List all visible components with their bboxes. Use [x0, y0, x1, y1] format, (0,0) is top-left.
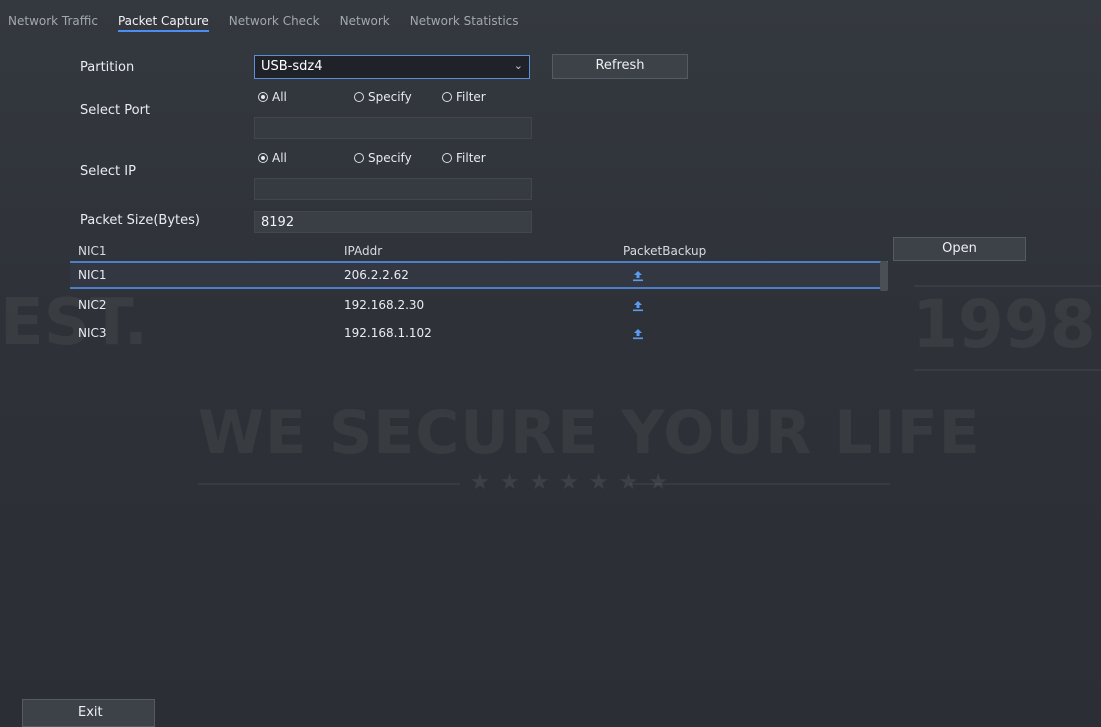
- watermark-line: [914, 285, 1101, 287]
- table-row[interactable]: NIC1 206.2.2.62: [70, 261, 888, 289]
- radio-icon: [354, 153, 364, 163]
- tab-network-check[interactable]: Network Check: [229, 14, 320, 28]
- ip-address: 206.2.2.62: [344, 268, 409, 282]
- ip-radio-specify[interactable]: Specify: [354, 151, 442, 165]
- table-scrollbar[interactable]: [880, 261, 888, 291]
- select-ip-label: Select IP: [80, 164, 136, 179]
- chevron-down-icon: ⌄: [513, 59, 523, 72]
- table-row[interactable]: NIC2 192.168.2.30: [70, 293, 888, 321]
- radio-icon: [442, 153, 452, 163]
- ip-input[interactable]: [254, 178, 532, 200]
- watermark-line: [198, 483, 460, 485]
- watermark-slogan: WE SECURE YOUR LIFE: [198, 398, 981, 468]
- upload-icon[interactable]: [631, 298, 645, 313]
- watermark-year: 1998: [912, 286, 1096, 363]
- packet-size-label: Packet Size(Bytes): [80, 213, 200, 228]
- watermark-line: [630, 483, 890, 485]
- nic-name: NIC2: [78, 298, 107, 312]
- port-radio-specify[interactable]: Specify: [354, 90, 442, 104]
- tab-network-traffic[interactable]: Network Traffic: [8, 14, 98, 28]
- header-ipaddr: IPAddr: [344, 244, 383, 258]
- tab-bar: Network Traffic Packet Capture Network C…: [0, 0, 1101, 40]
- header-nic: NIC1: [78, 244, 107, 258]
- upload-icon[interactable]: [631, 326, 645, 341]
- radio-label: All: [272, 151, 287, 165]
- ip-address: 192.168.2.30: [344, 298, 425, 312]
- select-port-label: Select Port: [80, 103, 151, 118]
- port-radio-all[interactable]: All: [258, 90, 354, 104]
- ip-radio-filter[interactable]: Filter: [442, 151, 486, 165]
- packet-size-input[interactable]: 8192: [254, 211, 532, 233]
- radio-label: All: [272, 90, 287, 104]
- watermark: EST. 1998 WE SECURE YOUR LIFE ★★★★★★★: [0, 0, 1101, 727]
- tab-packet-capture[interactable]: Packet Capture: [117, 14, 209, 32]
- nic-name: NIC3: [78, 326, 107, 340]
- exit-button[interactable]: Exit: [22, 699, 155, 727]
- nic-name: NIC1: [78, 268, 107, 282]
- partition-value: USB-sdz4: [261, 59, 323, 74]
- partition-select[interactable]: USB-sdz4 ⌄: [254, 55, 530, 79]
- nic-table: NIC1 IPAddr PacketBackup NIC1 206.2.2.62…: [70, 241, 888, 349]
- port-input[interactable]: [254, 117, 532, 139]
- radio-label: Filter: [456, 90, 486, 104]
- radio-label: Filter: [456, 151, 486, 165]
- radio-label: Specify: [368, 90, 412, 104]
- table-header: NIC1 IPAddr PacketBackup: [70, 241, 888, 261]
- ip-address: 192.168.1.102: [344, 326, 432, 340]
- table-row[interactable]: NIC3 192.168.1.102: [70, 321, 888, 349]
- port-radio-group: All Specify Filter: [258, 90, 486, 104]
- ip-radio-group: All Specify Filter: [258, 151, 486, 165]
- open-button[interactable]: Open: [893, 237, 1026, 261]
- tab-network[interactable]: Network: [340, 14, 390, 28]
- radio-label: Specify: [368, 151, 412, 165]
- radio-checked-icon: [258, 153, 268, 163]
- radio-icon: [354, 92, 364, 102]
- tab-network-statistics[interactable]: Network Statistics: [410, 14, 519, 28]
- watermark-line: [914, 369, 1101, 371]
- watermark-stars: ★★★★★★★: [470, 470, 679, 495]
- packet-capture-screen: EST. 1998 WE SECURE YOUR LIFE ★★★★★★★ Ne…: [0, 0, 1101, 727]
- refresh-button[interactable]: Refresh: [552, 54, 688, 79]
- port-radio-filter[interactable]: Filter: [442, 90, 486, 104]
- radio-checked-icon: [258, 92, 268, 102]
- radio-icon: [442, 92, 452, 102]
- upload-icon[interactable]: [631, 268, 645, 283]
- ip-radio-all[interactable]: All: [258, 151, 354, 165]
- header-packet-backup: PacketBackup: [623, 244, 707, 258]
- partition-label: Partition: [80, 60, 135, 75]
